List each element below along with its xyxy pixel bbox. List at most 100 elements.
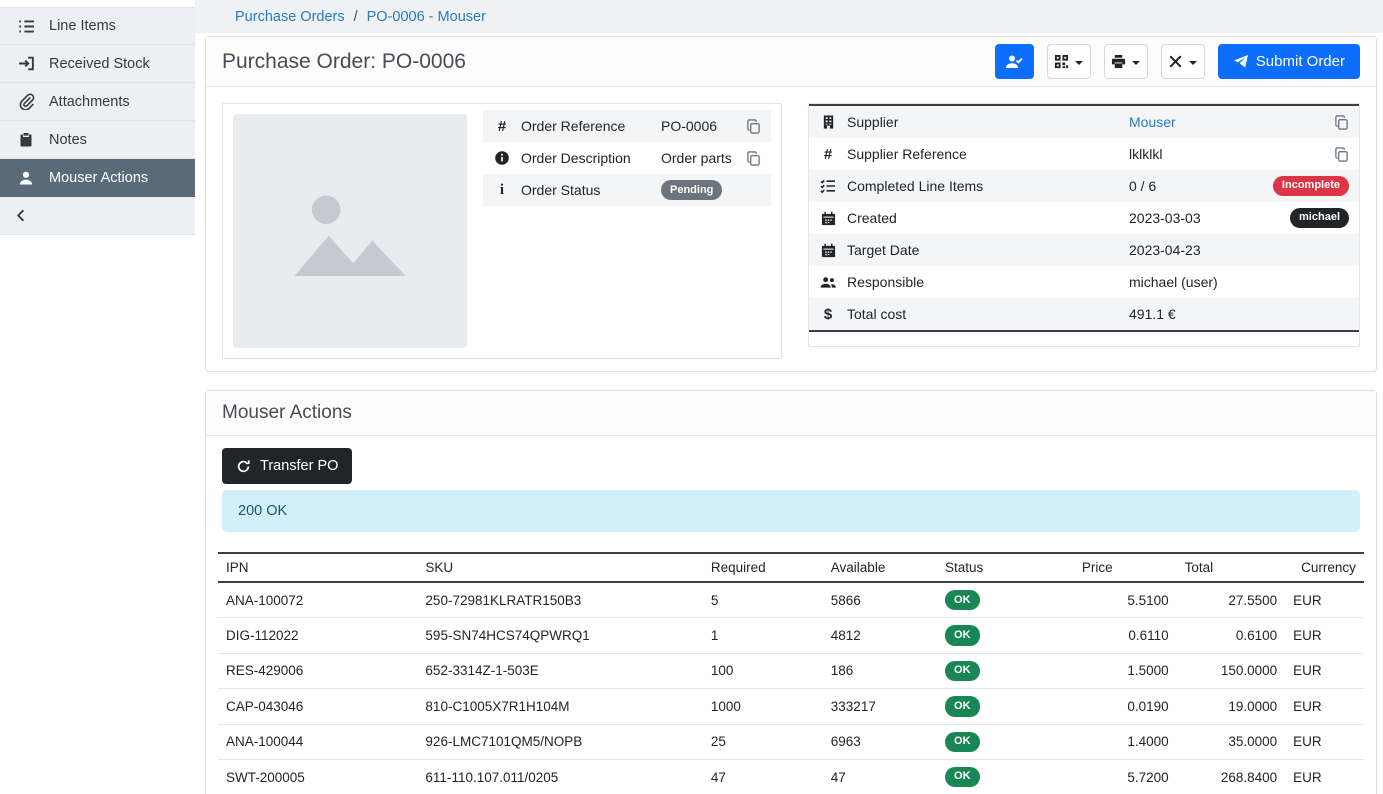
detail-row-responsible: Responsible michael (user) xyxy=(809,266,1359,298)
cell-ipn: RES-429006 xyxy=(218,653,417,688)
chevron-down-icon xyxy=(1189,61,1197,65)
chevron-down-icon xyxy=(1075,61,1083,65)
cell-currency: EUR xyxy=(1285,582,1364,618)
cell-available: 47 xyxy=(823,759,937,794)
order-image-placeholder[interactable] xyxy=(233,114,467,348)
detail-row-supplier-reference: # Supplier Reference lklklkl xyxy=(809,138,1359,170)
page-content: Purchase Order: PO-0006 xyxy=(195,33,1383,794)
created-by-badge: michael xyxy=(1290,208,1349,228)
supplier-link[interactable]: Mouser xyxy=(1129,114,1176,130)
cell-available: 333217 xyxy=(823,689,937,724)
copy-icon[interactable] xyxy=(1334,147,1349,162)
detail-label: Supplier xyxy=(847,114,1129,130)
cell-ipn: DIG-112022 xyxy=(218,618,417,653)
mouser-actions-title: Mouser Actions xyxy=(222,402,352,424)
breadcrumb: Purchase Orders / PO-0006 - Mouser xyxy=(195,0,1383,33)
transfer-po-button[interactable]: Transfer PO xyxy=(222,448,352,484)
qr-code-icon xyxy=(1054,54,1069,69)
paperclip-icon xyxy=(17,93,35,110)
order-status-badge: Pending xyxy=(661,180,722,200)
cell-sku: 810-C1005X7R1H104M xyxy=(417,689,702,724)
ok-status-badge: OK xyxy=(945,732,980,752)
detail-row-order-reference: # Order Reference PO-0006 xyxy=(483,110,771,142)
detail-label: Total cost xyxy=(847,306,1129,322)
detail-value: PO-0006 xyxy=(661,118,736,134)
copy-icon[interactable] xyxy=(746,119,761,134)
barcode-actions-button[interactable] xyxy=(1047,44,1091,79)
purchase-order-header: Purchase Order: PO-0006 xyxy=(206,37,1376,87)
detail-label: Target Date xyxy=(847,242,1129,258)
mouser-results-table: IPN SKU Required Available Status Price … xyxy=(218,552,1364,794)
order-actions-toolbar: Submit Order xyxy=(995,44,1360,79)
sidebar-item-notes[interactable]: Notes xyxy=(0,121,195,159)
main-area: Purchase Orders / PO-0006 - Mouser Purch… xyxy=(195,0,1383,794)
incomplete-badge: Incomplete xyxy=(1273,176,1349,196)
detail-row-order-status: i Order Status Pending xyxy=(483,174,771,206)
info-circle-icon xyxy=(483,150,521,166)
copy-icon[interactable] xyxy=(746,151,761,166)
detail-value: michael (user) xyxy=(1129,274,1359,290)
cell-total: 35.0000 xyxy=(1177,724,1286,759)
cell-currency: EUR xyxy=(1285,759,1364,794)
table-row: DIG-112022 595-SN74HCS74QPWRQ1 1 4812 OK… xyxy=(218,618,1364,653)
ok-status-badge: OK xyxy=(945,590,980,610)
submit-order-button[interactable]: Submit Order xyxy=(1218,44,1360,79)
cell-sku: 250-72981KLRATR150B3 xyxy=(417,582,702,618)
breadcrumb-link-purchase-orders[interactable]: Purchase Orders xyxy=(235,9,345,25)
chevron-left-icon xyxy=(14,208,29,223)
order-details-box: # Order Reference PO-0006 Order Descript… xyxy=(222,103,782,359)
clipboard-icon xyxy=(17,132,35,148)
column-header-price: Price xyxy=(1074,553,1177,582)
cell-ipn: SWT-200005 xyxy=(218,759,417,794)
status-alert: 200 OK xyxy=(222,490,1360,532)
cell-currency: EUR xyxy=(1285,653,1364,688)
breadcrumb-link-current-order[interactable]: PO-0006 - Mouser xyxy=(367,9,486,25)
column-header-available: Available xyxy=(823,553,937,582)
page-title: Purchase Order: PO-0006 xyxy=(222,50,466,74)
info-letter-icon: i xyxy=(483,182,521,199)
user-check-icon xyxy=(1005,54,1023,70)
sidebar-collapse-button[interactable] xyxy=(0,197,195,235)
detail-value: 0 / 6 xyxy=(1129,178,1263,194)
column-header-required: Required xyxy=(703,553,823,582)
cell-price: 0.6110 xyxy=(1074,618,1177,653)
cell-currency: EUR xyxy=(1285,618,1364,653)
sidebar-item-attachments[interactable]: Attachments xyxy=(0,83,195,121)
sidebar-item-line-items[interactable]: Line Items xyxy=(0,7,195,45)
cell-sku: 926-LMC7101QM5/NOPB xyxy=(417,724,702,759)
purchase-order-panel: Purchase Order: PO-0006 xyxy=(205,36,1377,372)
table-row: SWT-200005 611-110.107.011/0205 47 47 OK… xyxy=(218,759,1364,794)
dollar-icon: $ xyxy=(809,306,847,323)
print-actions-button[interactable] xyxy=(1104,44,1148,79)
detail-row-created: Created 2023-03-03 michael xyxy=(809,202,1359,234)
ok-status-badge: OK xyxy=(945,696,980,716)
sidebar-item-label: Mouser Actions xyxy=(49,170,148,186)
mouser-actions-header: Mouser Actions xyxy=(206,391,1376,436)
cell-price: 5.5100 xyxy=(1074,582,1177,618)
cell-sku: 611-110.107.011/0205 xyxy=(417,759,702,794)
sidebar-item-label: Attachments xyxy=(49,94,130,110)
cell-currency: EUR xyxy=(1285,724,1364,759)
printer-icon xyxy=(1111,54,1126,69)
cell-ipn: ANA-100072 xyxy=(218,582,417,618)
copy-icon[interactable] xyxy=(1334,115,1349,130)
cell-available: 4812 xyxy=(823,618,937,653)
cell-ipn: ANA-100044 xyxy=(218,724,417,759)
cell-available: 186 xyxy=(823,653,937,688)
detail-row-total-cost: $ Total cost 491.1 € xyxy=(809,298,1359,330)
sidebar: Line Items Received Stock Attachments No… xyxy=(0,0,195,794)
mouser-actions-body: Transfer PO 200 OK IPN SKU Required Avai… xyxy=(206,436,1376,794)
sidebar-item-label: Line Items xyxy=(49,18,116,34)
column-header-currency: Currency xyxy=(1285,553,1364,582)
order-tools-button[interactable] xyxy=(1161,44,1205,79)
sidebar-item-received-stock[interactable]: Received Stock xyxy=(0,45,195,83)
sidebar-item-mouser-actions[interactable]: Mouser Actions xyxy=(0,159,195,197)
table-row: ANA-100072 250-72981KLRATR150B3 5 5866 O… xyxy=(218,582,1364,618)
detail-label: Completed Line Items xyxy=(847,178,1129,194)
cell-available: 5866 xyxy=(823,582,937,618)
cell-available: 6963 xyxy=(823,724,937,759)
paper-plane-icon xyxy=(1233,54,1249,70)
user-permissions-button[interactable] xyxy=(995,44,1034,79)
mouser-actions-panel: Mouser Actions Transfer PO 200 OK IPN xyxy=(205,390,1377,794)
cell-required: 25 xyxy=(703,724,823,759)
